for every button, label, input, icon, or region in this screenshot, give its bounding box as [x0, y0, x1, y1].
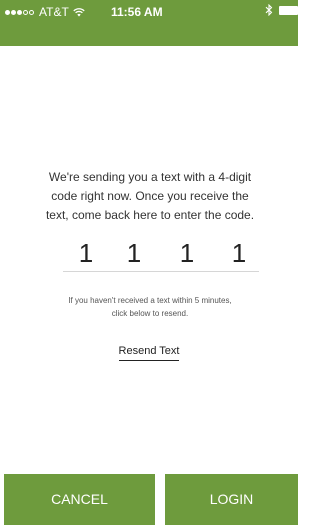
resend-text-link[interactable]: Resend Text — [118, 345, 180, 361]
status-left: AT&T — [5, 5, 85, 19]
resend-note: If you haven't received a text within 5 … — [68, 296, 232, 318]
status-time: 11:56 AM — [111, 5, 163, 19]
signal-dots-icon — [5, 9, 35, 15]
battery-icon — [279, 5, 298, 15]
status-bar: AT&T 11:56 AM — [0, 0, 298, 24]
code-digit-3[interactable]: 1 — [172, 238, 202, 269]
resend-container: Resend Text — [0, 341, 298, 361]
code-digit-4[interactable]: 1 — [224, 238, 254, 269]
login-button[interactable]: LOGIN — [165, 474, 298, 525]
sending-message: We're sending you a text with a 4-digit … — [45, 170, 255, 222]
cancel-button[interactable]: CANCEL — [4, 474, 155, 525]
code-input[interactable]: 1 1 1 1 — [63, 236, 259, 272]
carrier-label: AT&T — [39, 5, 69, 19]
bluetooth-icon — [265, 3, 273, 17]
status-right — [265, 3, 298, 17]
top-bar: AT&T 11:56 AM — [0, 0, 298, 46]
code-digit-1[interactable]: 1 — [71, 238, 101, 269]
wifi-icon — [73, 7, 85, 17]
verification-screen: AT&T 11:56 AM We're sending you a text w… — [0, 0, 298, 525]
code-digit-2[interactable]: 1 — [119, 238, 149, 269]
